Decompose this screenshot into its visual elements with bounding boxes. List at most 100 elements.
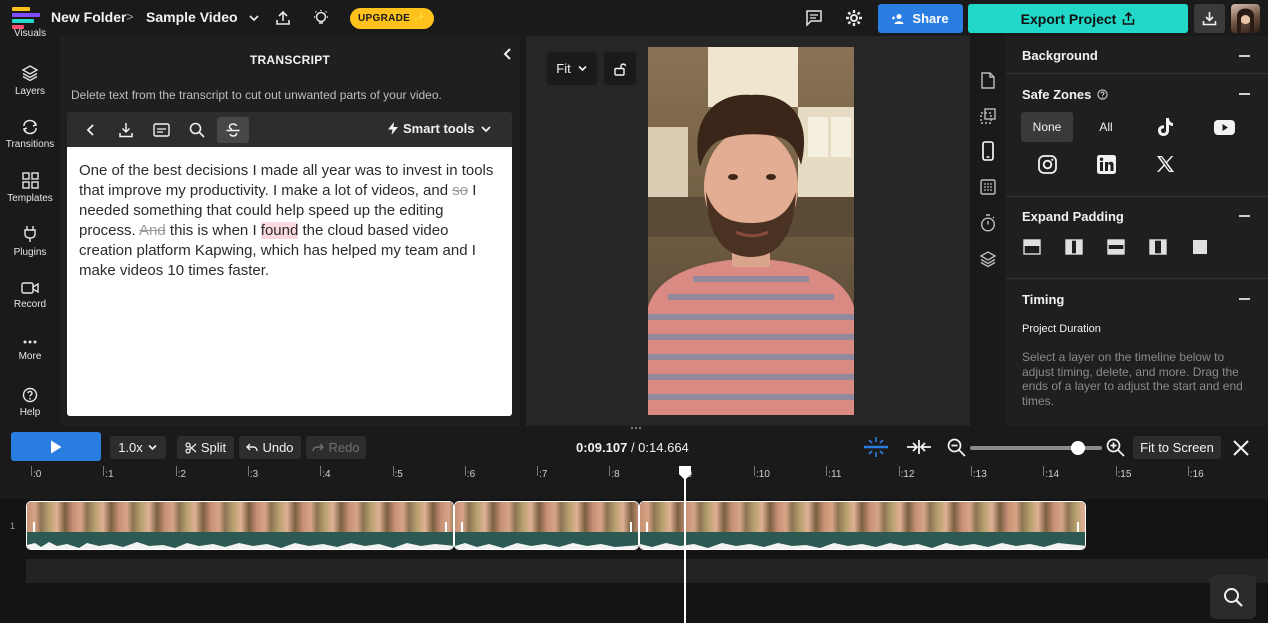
help-icon[interactable] [1097,89,1109,100]
playback-speed-dropdown[interactable]: 1.0x [110,436,166,459]
safe-zones-section-title[interactable]: Safe Zones [1022,87,1109,102]
layers-icon [21,65,39,82]
x-twitter-icon[interactable] [1139,149,1191,179]
undo-button[interactable]: Undo [239,436,301,459]
close-icon[interactable] [1232,439,1250,457]
lightbulb-icon[interactable] [309,6,333,30]
clip-trim-handle-left[interactable] [461,522,463,532]
tiktok-icon[interactable] [1139,112,1191,142]
ruler-tick-label: :12 [900,469,915,480]
zoom-in-icon[interactable] [1106,438,1125,457]
clip-trim-handle-left[interactable] [33,522,35,532]
deleted-word[interactable]: so [452,182,468,199]
split-button[interactable]: Split [177,436,234,459]
chevron-down-icon[interactable] [242,6,266,30]
subtitles-icon[interactable] [145,117,177,143]
grid-icon[interactable] [977,176,999,198]
safe-zone-all-button[interactable]: All [1080,112,1132,142]
current-word-highlight[interactable]: found [260,222,299,239]
search-button[interactable] [1210,575,1256,619]
sidebar-item-transitions[interactable]: Transitions [0,119,60,150]
timer-icon[interactable] [977,212,999,234]
breadcrumb-separator-icon: > [126,9,134,24]
video-canvas[interactable] [648,47,854,415]
avatar[interactable] [1231,4,1260,33]
upload-icon[interactable] [271,6,295,30]
linkedin-icon[interactable] [1080,149,1132,179]
zoom-out-icon[interactable] [947,438,966,457]
collapse-panel-icon[interactable] [500,46,516,62]
collapse-timing-icon[interactable] [1239,298,1250,300]
deleted-word[interactable]: And [139,222,166,239]
playhead-line[interactable] [684,474,686,623]
strikethrough-icon[interactable] [217,117,249,143]
play-button[interactable] [11,432,101,461]
collapse-expand-padding-icon[interactable] [1239,215,1250,217]
download-transcript-icon[interactable] [110,117,142,143]
clip-trim-handle-right[interactable] [630,522,632,532]
timing-section-title[interactable]: Timing [1022,292,1064,307]
video-clip[interactable] [454,501,639,550]
fit-dropdown[interactable]: Fit [547,52,597,85]
gear-icon[interactable] [842,6,866,30]
fit-timeline-icon[interactable] [905,437,933,457]
ruler-tick [609,466,611,476]
padding-left-icon[interactable] [1149,238,1167,256]
resize-icon[interactable] [977,105,999,127]
download-button[interactable] [1194,4,1225,33]
sidebar-item-plugins[interactable]: Plugins [0,225,60,258]
aspect-lock-button[interactable] [604,52,636,85]
empty-track[interactable] [26,559,1268,583]
sidebar-item-help[interactable]: Help [0,387,60,418]
redo-button[interactable]: Redo [306,436,366,459]
zoom-slider[interactable] [970,441,1102,455]
phone-icon[interactable] [977,140,999,162]
safe-zone-none-button[interactable]: None [1021,112,1073,142]
transcript-text[interactable]: One of the best decisions I made all yea… [67,147,512,416]
sidebar-item-templates[interactable]: Templates [0,172,60,204]
background-section-title[interactable]: Background [1022,48,1098,63]
sidebar-item-more[interactable]: More [0,337,60,362]
ruler-tick-label: :15 [1117,469,1132,480]
video-clip[interactable] [26,501,454,550]
smart-tools-dropdown[interactable]: Smart tools [388,121,492,136]
transcript-segment[interactable]: this is when I [166,222,261,239]
timeline-ruler[interactable]: :0:1:2:3:4:5:6:7:8:9:10:11:12:13:14:15:1… [0,466,1268,499]
search-icon[interactable] [181,117,213,143]
youtube-icon[interactable] [1198,112,1250,142]
padding-full-icon[interactable] [1191,238,1209,256]
snap-icon[interactable] [864,437,888,457]
export-project-button[interactable]: Export Project [968,4,1188,33]
document-icon[interactable] [977,69,999,91]
breadcrumb-folder[interactable]: New Folder [51,9,126,25]
expand-padding-section-title[interactable]: Expand Padding [1022,209,1124,224]
sidebar-item-visuals[interactable]: Visuals [0,28,60,42]
upgrade-button[interactable]: UPGRADE ✨ [350,8,434,29]
comments-icon[interactable] [802,6,826,30]
ruler-tick-label: :1 [105,469,114,480]
collapse-safe-zones-icon[interactable] [1239,93,1250,95]
padding-sides-icon[interactable] [1065,238,1083,256]
clip-trim-handle-right[interactable] [1077,522,1079,532]
clip-trim-handle-left[interactable] [646,522,648,532]
resize-handle-icon[interactable] [630,425,642,431]
back-icon[interactable] [75,117,107,143]
transcript-segment[interactable]: One of the best decisions I made all yea… [79,162,493,199]
clip-trim-handle-right[interactable] [445,522,447,532]
ruler-tick [175,466,177,476]
right-tool-strip [970,36,1006,426]
sidebar-item-layers[interactable]: Layers [0,64,60,97]
padding-top-icon[interactable] [1023,238,1041,256]
project-name[interactable]: Sample Video [146,9,238,25]
share-button[interactable]: Share [878,4,963,33]
collapse-background-icon[interactable] [1239,55,1250,57]
zoom-slider-handle[interactable] [1071,441,1086,455]
playhead-handle[interactable] [678,466,692,480]
video-clip[interactable] [639,501,1086,550]
kapwing-logo-icon[interactable] [12,7,40,29]
instagram-icon[interactable] [1021,149,1073,179]
fit-to-screen-button[interactable]: Fit to Screen [1133,436,1221,459]
sidebar-item-record[interactable]: Record [0,281,60,310]
layers-stack-icon[interactable] [977,248,999,270]
padding-bottom-icon[interactable] [1107,238,1125,256]
